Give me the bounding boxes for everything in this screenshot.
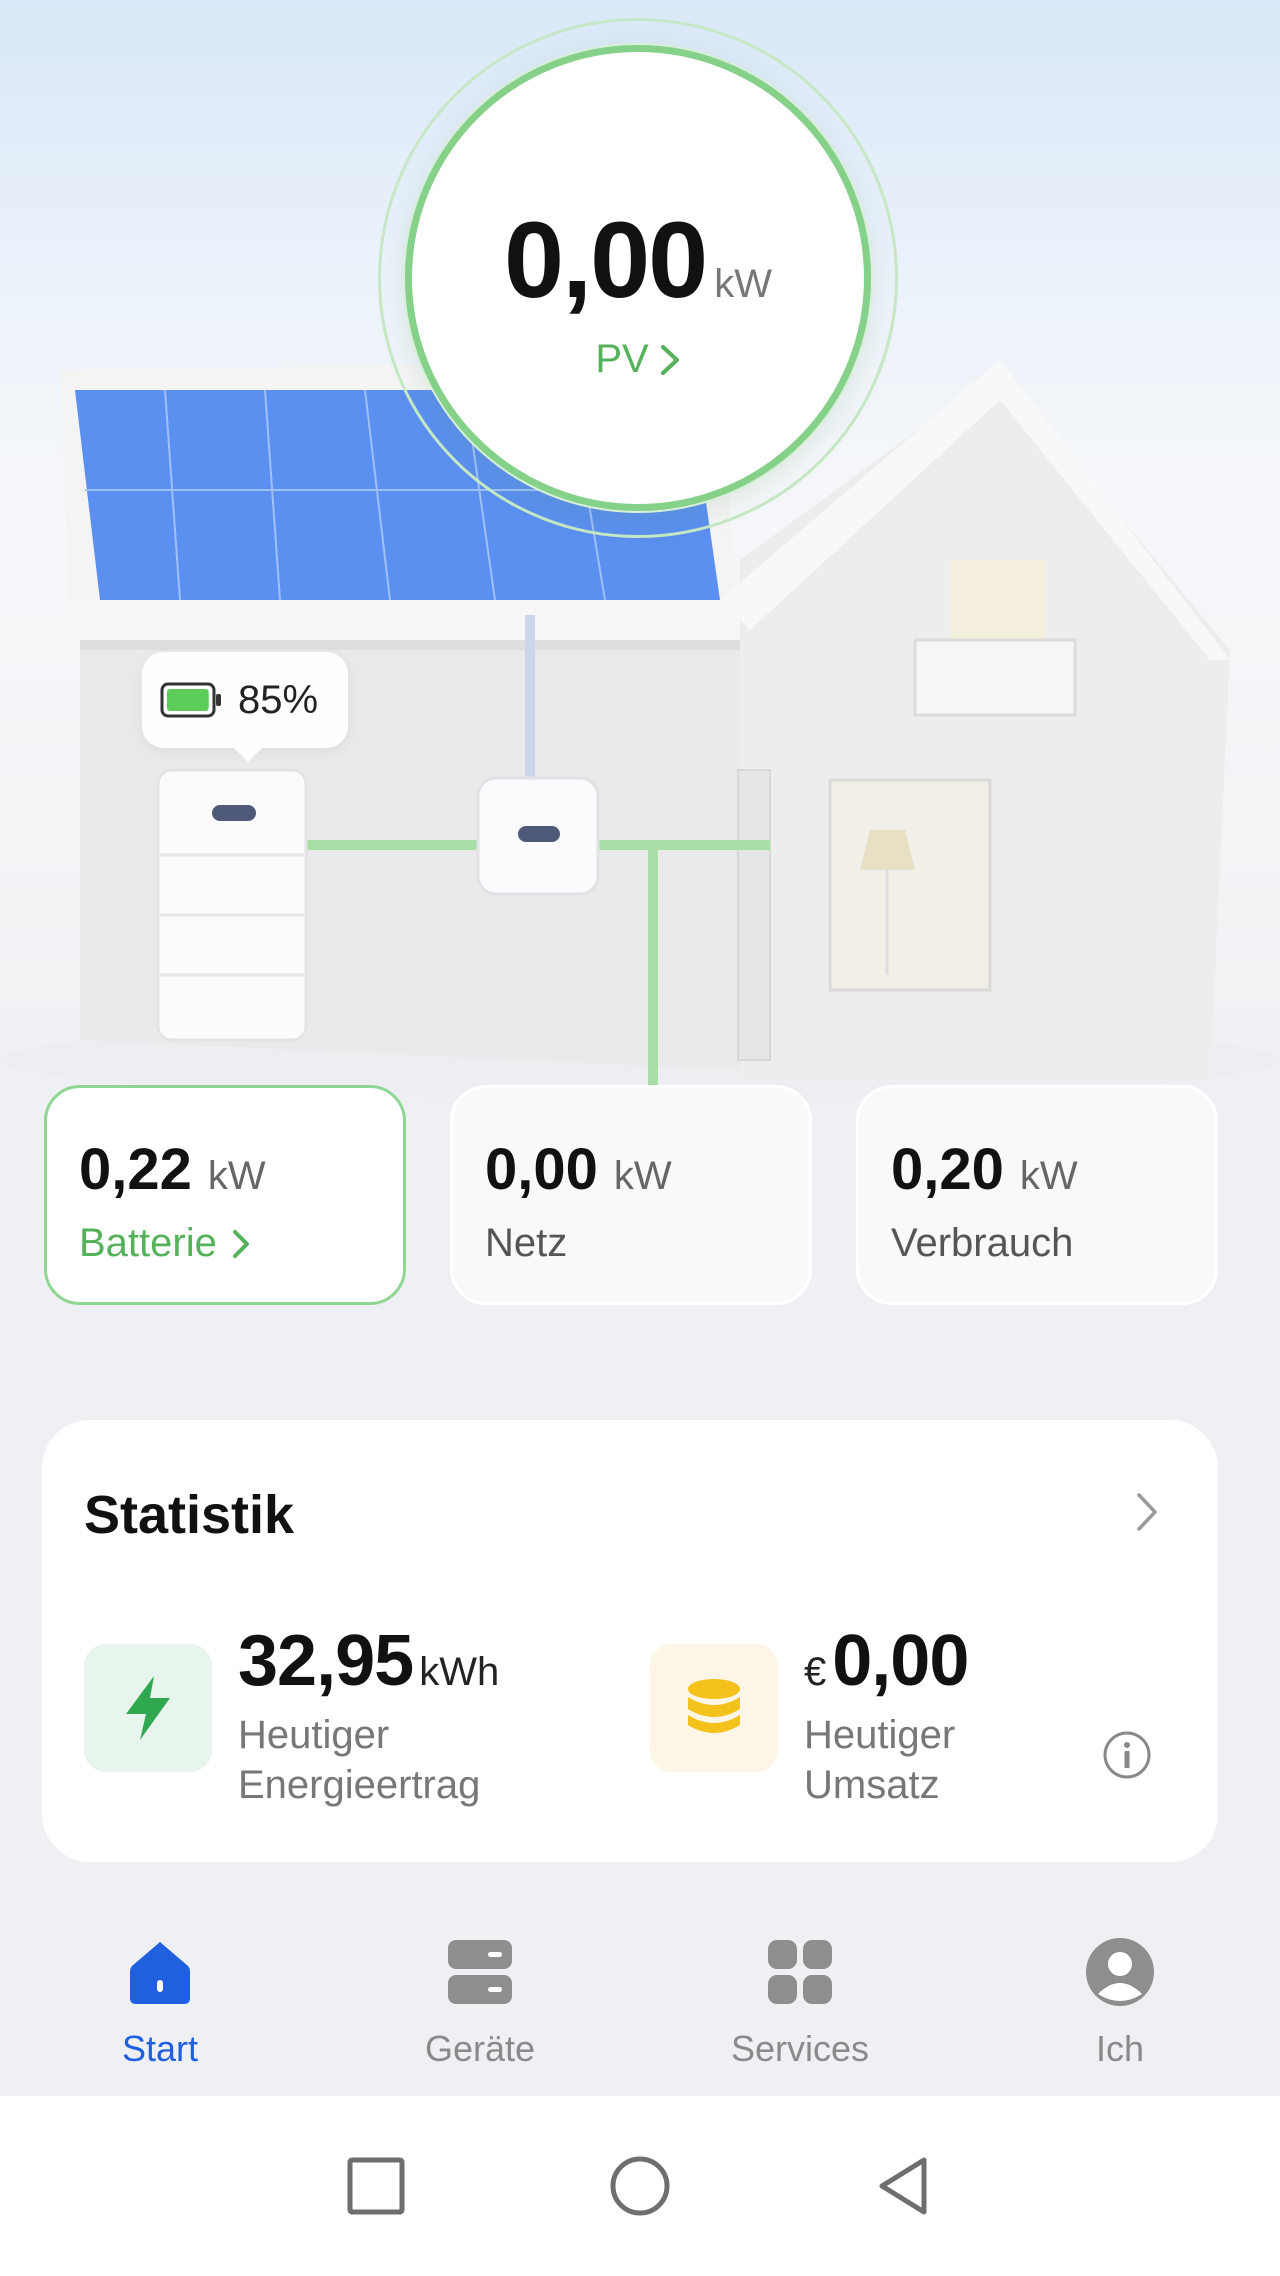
statistics-card[interactable]: Statistik 32,95 kWh Heutiger Energieertr… [42, 1420, 1218, 1862]
bottom-navigation: Start Geräte Services Ich [0, 1900, 1280, 2096]
grid-card[interactable]: 0,00 kW Netz [450, 1085, 812, 1305]
grid-power-unit: kW [613, 1154, 672, 1198]
home-icon [130, 1942, 190, 2004]
energy-yield-label: Heutiger Energieertrag [238, 1710, 499, 1810]
revenue-block: € 0,00 Heutiger Umsatz [804, 1620, 969, 1810]
energy-yield-value: 32,95 [238, 1621, 414, 1701]
chevron-right-icon[interactable] [1134, 1490, 1160, 1534]
pv-power-circle[interactable]: 0,00 kW PV [405, 45, 871, 511]
revenue-value: 0,00 [832, 1621, 969, 1701]
battery-level-badge: 85% [142, 652, 348, 762]
back-icon[interactable] [872, 2154, 936, 2218]
battery-percent: 85% [238, 677, 319, 722]
revenue-label: Heutiger Umsatz [804, 1710, 968, 1810]
consumption-label: Verbrauch [891, 1221, 1074, 1265]
consumption-card[interactable]: 0,20 kW Verbrauch [856, 1085, 1218, 1305]
battery-link[interactable]: Batterie [79, 1221, 403, 1266]
nav-start[interactable]: Start [0, 1900, 320, 2096]
energy-yield-block: 32,95 kWh Heutiger Energieertrag [238, 1620, 499, 1810]
grid-power-value: 0,00 [485, 1137, 598, 1202]
chevron-right-icon [660, 344, 679, 375]
system-navigation-bar [0, 2096, 1280, 2276]
nav-profile-label: Ich [1095, 2028, 1145, 2069]
battery-power-value: 0,22 [79, 1137, 192, 1202]
nav-devices[interactable]: Geräte [320, 1900, 640, 2096]
energy-yield-label-line1: Heutiger [238, 1713, 390, 1757]
recent-apps-icon[interactable] [344, 2154, 408, 2218]
statistics-title: Statistik [84, 1485, 295, 1545]
battery-card[interactable]: 0,22 kW Batterie [44, 1085, 406, 1305]
nav-devices-label: Geräte [424, 2028, 536, 2069]
pv-unit: kW [714, 262, 772, 306]
grid-label: Netz [485, 1221, 568, 1265]
pv-label: PV [595, 337, 649, 381]
energy-tile [84, 1644, 212, 1772]
battery-icon [160, 682, 222, 718]
pv-details-link[interactable]: PV [412, 337, 864, 382]
nav-start-label: Start [121, 2028, 199, 2069]
nav-services-label: Services [730, 2028, 870, 2069]
devices-icon [448, 1940, 512, 2004]
coins-icon [688, 1679, 740, 1733]
battery-power-unit: kW [207, 1154, 266, 1198]
revenue-label-line2: Umsatz [804, 1763, 940, 1807]
nav-profile[interactable]: Ich [960, 1900, 1280, 2096]
profile-icon [1086, 1938, 1154, 2006]
chevron-right-icon [232, 1229, 249, 1258]
pv-value: 0,00 [504, 199, 708, 320]
battery-label: Batterie [79, 1221, 217, 1265]
consumption-power-unit: kW [1019, 1154, 1078, 1198]
nav-services[interactable]: Services [640, 1900, 960, 2096]
info-icon[interactable] [1102, 1730, 1152, 1780]
revenue-label-line1: Heutiger [804, 1713, 956, 1757]
consumption-power-value: 0,20 [891, 1137, 1004, 1202]
energy-yield-unit: kWh [419, 1650, 500, 1694]
revenue-tile [650, 1644, 778, 1772]
lightning-icon [126, 1676, 170, 1740]
pv-value-row: 0,00 kW [412, 197, 864, 322]
energy-yield-label-line2: Energieertrag [238, 1763, 481, 1807]
grid-icon [768, 1940, 832, 2004]
home-button-icon[interactable] [608, 2154, 672, 2218]
revenue-currency: € [804, 1650, 827, 1694]
